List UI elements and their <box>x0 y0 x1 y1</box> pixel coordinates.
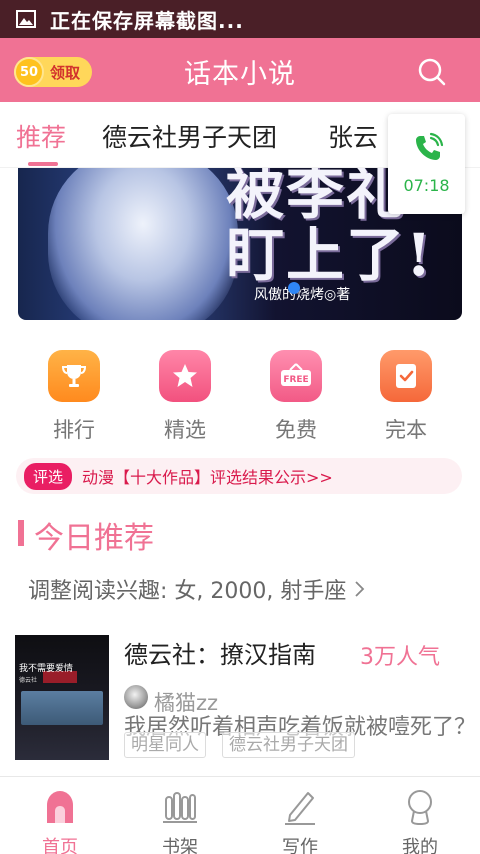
banner-figure-image <box>48 168 238 320</box>
star-icon <box>159 350 211 402</box>
nav-label: 写作 <box>282 837 318 854</box>
chevron-right-icon <box>355 581 365 597</box>
category-label: 精选 <box>164 418 206 442</box>
home-icon <box>47 791 73 823</box>
call-duration: 07:18 <box>403 176 450 195</box>
book-tag[interactable]: 德云社男子天团 <box>222 732 355 758</box>
nav-bookshelf[interactable]: 书架 <box>140 787 220 854</box>
nav-profile[interactable]: 我的 <box>380 787 460 854</box>
trophy-icon <box>48 350 100 402</box>
author-avatar <box>124 685 148 709</box>
bookshelf-icon <box>163 792 197 823</box>
category-featured[interactable]: 精选 <box>157 350 213 444</box>
nav-label: 首页 <box>42 837 78 854</box>
notice-badge: 评选 <box>24 462 73 490</box>
banner-title-line2: 盯上了! <box>226 221 434 289</box>
tab-zhangyun[interactable]: 张云 <box>328 118 378 154</box>
category-label: 完本 <box>385 418 427 442</box>
cover-subtext: 德云社 <box>19 677 38 684</box>
category-free[interactable]: FREE 免费 <box>268 350 324 444</box>
book-cover[interactable]: 我不需要爱情 德云社 <box>15 635 109 760</box>
book-popularity: 3万人气 <box>360 645 440 670</box>
free-icon: FREE <box>270 350 322 402</box>
status-bar: 正在保存屏幕截图... <box>0 0 480 38</box>
nav-label: 书架 <box>162 837 198 854</box>
pen-icon <box>285 792 315 825</box>
book-title[interactable]: 德云社：撩汉指南 <box>124 635 316 670</box>
preference-text: 调整阅读兴趣: 女, 2000, 射手座 <box>28 579 347 604</box>
section-accent-bar <box>18 520 24 546</box>
section-title: 今日推荐 <box>34 521 154 556</box>
app-title: 话本小说 <box>184 59 296 90</box>
category-label: 免费 <box>275 418 317 442</box>
banner-author: 风傲的烧烤◎著 <box>254 287 351 303</box>
nav-home[interactable]: 首页 <box>20 787 100 854</box>
check-icon <box>380 350 432 402</box>
nav-label: 我的 <box>402 837 438 854</box>
reading-preference-link[interactable]: 调整阅读兴趣: 女, 2000, 射手座 <box>28 573 366 605</box>
active-tab-indicator <box>28 162 58 166</box>
category-complete[interactable]: 完本 <box>378 350 434 444</box>
notice-text: 动漫【十大作品】评选结果公示>> <box>82 468 333 487</box>
app-header: 50 领取 话本小说 <box>0 38 480 102</box>
cover-text: 我不需要爱情 <box>19 664 74 674</box>
tab-recommend[interactable]: 推荐 <box>16 118 66 154</box>
nav-write[interactable]: 写作 <box>260 787 340 854</box>
profile-icon <box>408 790 432 826</box>
status-text: 正在保存屏幕截图... <box>50 8 244 33</box>
category-ranking[interactable]: 排行 <box>46 350 102 444</box>
notice-bar[interactable]: 评选 动漫【十大作品】评选结果公示>> <box>16 458 462 494</box>
book-tag[interactable]: 明星同人 <box>124 732 206 758</box>
banner-page-indicator <box>288 282 300 294</box>
image-icon <box>16 10 36 28</box>
app-screen: 正在保存屏幕截图... 50 领取 话本小说 推荐 德云社男子天团 张云 07:… <box>0 0 480 854</box>
tab-deyunshe[interactable]: 德云社男子天团 <box>102 118 277 154</box>
category-label: 排行 <box>53 418 95 442</box>
bottom-navigation: 首页 书架 写作 我的 <box>0 776 480 854</box>
search-icon[interactable] <box>414 54 450 90</box>
call-widget[interactable]: 07:18 <box>388 114 465 214</box>
phone-icon <box>416 132 444 160</box>
svg-text:FREE: FREE <box>283 375 308 385</box>
cover-image <box>21 691 103 725</box>
